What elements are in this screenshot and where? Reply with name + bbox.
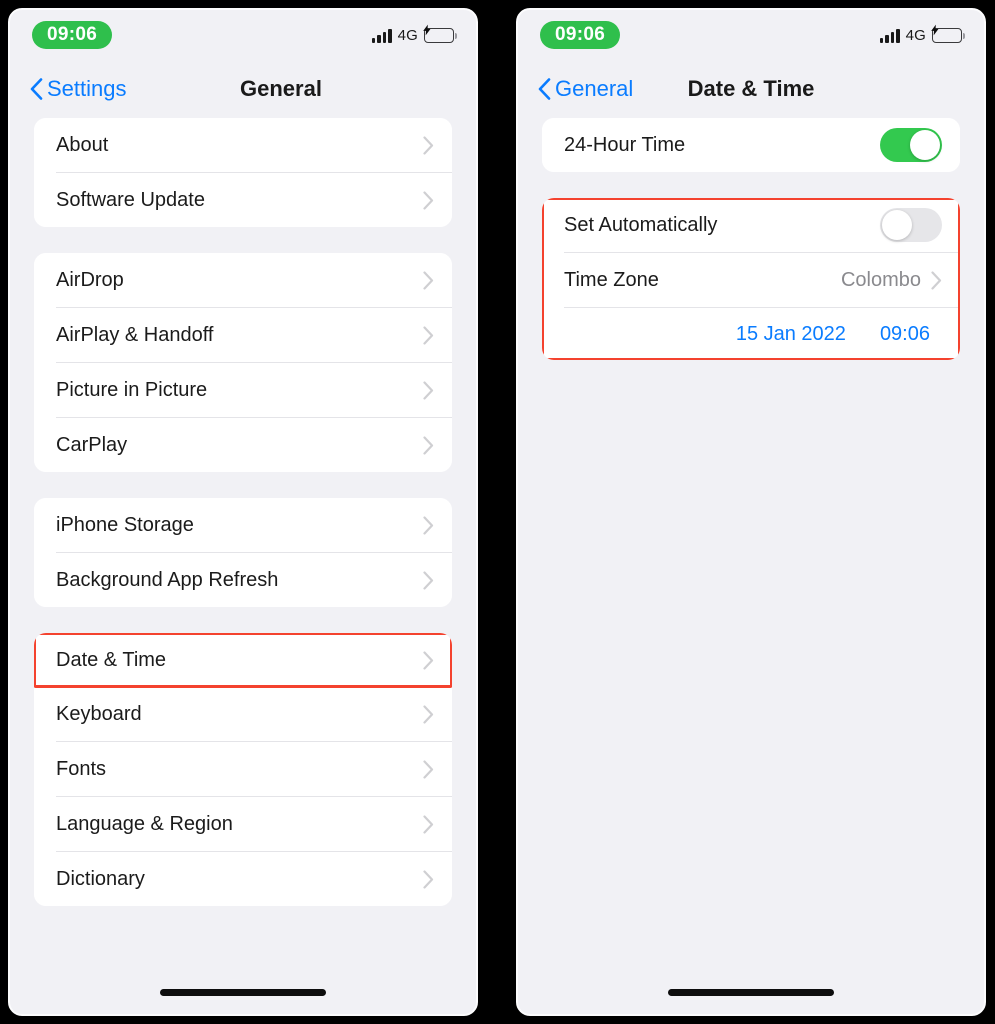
list-item-label: AirDrop: [56, 268, 124, 291]
list-item-label: Keyboard: [56, 702, 142, 725]
network-type-label: 4G: [905, 26, 926, 44]
list-item-label: Background App Refresh: [56, 568, 279, 591]
list-item-label: Language & Region: [56, 812, 233, 835]
signal-bars-icon: [371, 28, 392, 43]
list-item-label: Date & Time: [56, 648, 167, 671]
settings-group-3: iPhone Storage Background App Refresh: [34, 498, 452, 607]
home-indicator: [668, 989, 834, 996]
toggle-set-automatically[interactable]: [880, 208, 942, 242]
battery-charging-icon: [930, 24, 965, 43]
chevron-right-icon: [423, 435, 434, 455]
chevron-right-icon: [423, 380, 434, 400]
status-indicators: 4G: [879, 24, 965, 44]
chevron-right-icon: [423, 570, 434, 590]
list-item[interactable]: Fonts: [34, 742, 452, 796]
network-type-label: 4G: [397, 26, 418, 44]
list-item-label: Software Update: [56, 188, 205, 211]
chevron-right-icon: [423, 135, 434, 155]
battery-charging-icon: [422, 24, 457, 43]
chevron-right-icon: [423, 515, 434, 535]
list-item-label: CarPlay: [56, 433, 128, 456]
page-title-text: Date & Time: [687, 76, 815, 101]
back-button-label: General: [555, 76, 634, 101]
phone-screen-date-and-time: 09:06 4G General Date & Time 24-Hour Tim…: [516, 8, 986, 1016]
home-indicator: [160, 989, 326, 996]
chevron-right-icon: [423, 814, 434, 834]
group-auto-time: Set Automatically Time Zone Colombo 15 J…: [542, 198, 960, 360]
group-24-hour-time: 24-Hour Time: [542, 118, 960, 172]
row-label: 24-Hour Time: [564, 133, 686, 156]
date-value-button[interactable]: 15 Jan 2022: [736, 323, 846, 346]
list-item-label: Dictionary: [56, 867, 145, 890]
list-item[interactable]: Language & Region: [34, 797, 452, 851]
time-zone-value: Colombo: [840, 268, 921, 291]
list-item-label: About: [56, 133, 109, 156]
toggle-knob: [910, 130, 940, 160]
back-button-settings[interactable]: Settings: [30, 76, 127, 102]
dual-phone-screenshot: 09:06 4G Settings General About Software…: [0, 0, 995, 1024]
list-item[interactable]: About: [34, 118, 452, 172]
chevron-right-icon: [423, 190, 434, 210]
back-button-label: Settings: [47, 76, 127, 101]
list-item[interactable]: Dictionary: [34, 852, 452, 906]
status-time-badge: 09:06: [32, 21, 113, 49]
chevron-left-icon: [30, 78, 43, 100]
row-date-time-picker[interactable]: 15 Jan 2022 09:06: [542, 308, 960, 360]
page-title-text: General: [240, 76, 322, 101]
chevron-right-icon: [931, 270, 942, 290]
status-indicators: 4G: [371, 24, 457, 44]
list-item-label: iPhone Storage: [56, 513, 194, 536]
chevron-right-icon: [423, 270, 434, 290]
chevron-right-icon: [423, 325, 434, 345]
toggle-24-hour-time[interactable]: [880, 128, 942, 162]
settings-group-2: AirDrop AirPlay & Handoff Picture in Pic…: [34, 253, 452, 472]
settings-list-date-and-time: 24-Hour Time Set Automatically Time Zone…: [518, 118, 984, 360]
list-item[interactable]: Picture in Picture: [34, 363, 452, 417]
settings-group-4: Date & Time Keyboard Fonts Language & Re…: [34, 633, 452, 906]
back-button-general[interactable]: General: [538, 76, 633, 102]
chevron-right-icon: [423, 759, 434, 779]
chevron-right-icon: [423, 869, 434, 889]
status-bar-right: 09:06 4G: [518, 10, 984, 60]
chevron-right-icon: [423, 704, 434, 724]
list-item[interactable]: iPhone Storage: [34, 498, 452, 552]
list-item[interactable]: Keyboard: [34, 687, 452, 741]
nav-bar-left: Settings General: [10, 60, 476, 118]
status-time-badge: 09:06: [540, 21, 621, 49]
list-item[interactable]: AirDrop: [34, 253, 452, 307]
list-item[interactable]: AirPlay & Handoff: [34, 308, 452, 362]
list-item[interactable]: CarPlay: [34, 418, 452, 472]
list-item-label: AirPlay & Handoff: [56, 323, 214, 346]
toggle-knob: [882, 210, 912, 240]
nav-bar-right: General Date & Time: [518, 60, 984, 118]
time-value-button[interactable]: 09:06: [880, 323, 930, 346]
signal-bars-icon: [879, 28, 900, 43]
list-item-label: Fonts: [56, 757, 107, 780]
row-set-automatically[interactable]: Set Automatically: [542, 198, 960, 252]
settings-group-1: About Software Update: [34, 118, 452, 227]
row-label: Time Zone: [564, 268, 659, 291]
settings-list-general: About Software Update AirDrop AirPlay & …: [10, 118, 476, 906]
list-item-date-and-time[interactable]: Date & Time: [34, 633, 452, 687]
phone-screen-general: 09:06 4G Settings General About Software…: [8, 8, 478, 1016]
row-label: Set Automatically: [564, 213, 718, 236]
list-item[interactable]: Background App Refresh: [34, 553, 452, 607]
list-item-label: Picture in Picture: [56, 378, 208, 401]
chevron-left-icon: [538, 78, 551, 100]
chevron-right-icon: [423, 650, 434, 670]
row-time-zone[interactable]: Time Zone Colombo: [542, 253, 960, 307]
list-item[interactable]: Software Update: [34, 173, 452, 227]
row-24-hour-time[interactable]: 24-Hour Time: [542, 118, 960, 172]
status-bar-left: 09:06 4G: [10, 10, 476, 60]
